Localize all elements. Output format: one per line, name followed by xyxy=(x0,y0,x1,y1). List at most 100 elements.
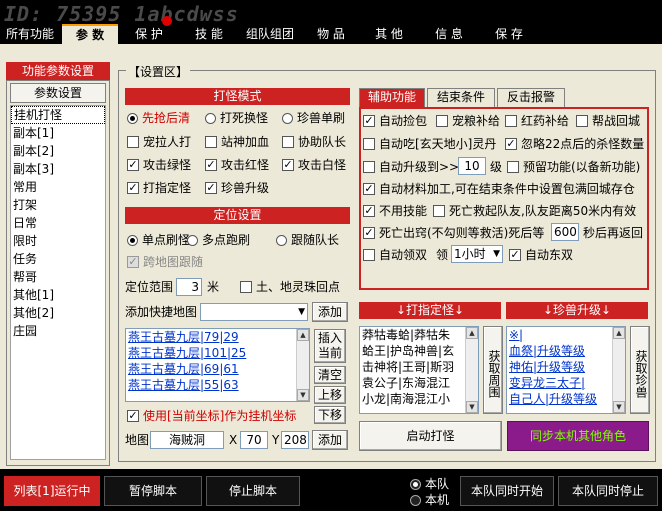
death-wait-input[interactable]: 600 xyxy=(551,223,579,241)
check-target-monster[interactable]: 打指定怪 xyxy=(127,180,191,196)
scroll-up-icon[interactable]: ▲ xyxy=(613,327,625,339)
list-item[interactable]: 蛤王|护岛神兽|玄 xyxy=(360,343,478,359)
clear-button[interactable]: 清空 xyxy=(314,366,346,384)
check-earth-spirit[interactable]: 土、地灵珠回点 xyxy=(240,279,340,295)
fetch-nearby-button[interactable]: 获取周围 xyxy=(483,326,503,414)
scrollbar[interactable]: ▲ ▼ xyxy=(612,327,625,413)
radio-kill-switch[interactable]: 打死换怪 xyxy=(205,110,268,126)
list-item[interactable]: 变异龙三太子| xyxy=(507,375,625,391)
scroll-down-icon[interactable]: ▼ xyxy=(466,401,478,413)
list-item[interactable]: 燕王古墓九层|79|29 xyxy=(126,329,309,345)
check-auto-double[interactable]: 自动领双 xyxy=(363,247,427,263)
map-input[interactable]: 海贼洞 xyxy=(150,431,224,449)
check-attack-white[interactable]: 攻击白怪 xyxy=(282,157,346,173)
radio-single-point[interactable]: 单点刷怪 xyxy=(127,232,190,248)
check-pet-pull[interactable]: 宠拉人打 xyxy=(127,134,191,150)
check-auto-pickup[interactable]: 自动捡包 xyxy=(363,113,427,129)
move-up-button[interactable]: 上移 xyxy=(314,386,346,404)
check-assist-leader[interactable]: 协助队长 xyxy=(282,134,346,150)
list-item[interactable]: 燕王古墓九层|55|63 xyxy=(126,377,309,393)
category-item[interactable]: 副本[3] xyxy=(11,160,105,178)
category-item[interactable]: 任务 xyxy=(11,250,105,268)
levelup-input[interactable]: 10 xyxy=(458,157,486,175)
pet-level-list[interactable]: ※| 血祭|升级等级 神佑|升级等级 变异龙三太子| 自己人|升级等级 ▲ ▼ xyxy=(506,326,626,414)
check-use-current-coord[interactable]: 使用[当前坐标]作为挂机坐标 xyxy=(127,408,296,424)
list-item[interactable]: 自己人|升级等级 xyxy=(507,391,625,407)
check-pet-food[interactable]: 宠粮补给 xyxy=(436,113,500,129)
stop-script-button[interactable]: 停止脚本 xyxy=(206,476,300,506)
check-material-craft[interactable]: 自动材料加工,可在结束条件中设置包满回城存仓 xyxy=(363,181,635,197)
list-item[interactable]: 小龙|南海混江小 xyxy=(360,391,478,407)
check-auto-levelup[interactable]: 自动升级到>> xyxy=(363,159,459,175)
check-ignore-22[interactable]: 忽略22点后的杀怪数量 xyxy=(505,136,644,152)
radio-grab-first[interactable]: 先抢后清 xyxy=(127,110,190,126)
radio-local[interactable]: 本机 xyxy=(410,493,449,507)
check-pet-level[interactable]: 珍兽升级 xyxy=(205,180,269,196)
category-item[interactable]: 副本[2] xyxy=(11,142,105,160)
tab-end-conditions[interactable]: 结束条件 xyxy=(427,88,495,107)
check-guild-war-return[interactable]: 帮战回城 xyxy=(576,113,640,129)
check-cross-map[interactable]: 跨地图跟随 xyxy=(127,254,203,270)
scroll-up-icon[interactable]: ▲ xyxy=(466,327,478,339)
menu-save[interactable]: 保 存 xyxy=(484,24,534,44)
list-item[interactable]: 燕王古墓九层|69|61 xyxy=(126,361,309,377)
check-no-skill[interactable]: 不用技能 xyxy=(363,203,427,219)
menu-info[interactable]: 信 息 xyxy=(424,24,474,44)
coord-list[interactable]: 燕王古墓九层|79|29 燕王古墓九层|101|25 燕王古墓九层|69|61 … xyxy=(125,328,310,402)
menu-skills[interactable]: 技 能 xyxy=(184,24,234,44)
quick-map-select[interactable]: ▼ xyxy=(200,303,308,321)
y-input[interactable]: 208 xyxy=(281,431,309,449)
team-start-button[interactable]: 本队同时开始 xyxy=(460,476,554,506)
sync-local-roles-button[interactable]: 同步本机其他角色 xyxy=(507,421,649,451)
check-attack-red[interactable]: 攻击红怪 xyxy=(205,157,269,173)
scrollbar[interactable]: ▲ ▼ xyxy=(465,327,478,413)
menu-team[interactable]: 组队组团 xyxy=(240,24,300,44)
menu-all-functions[interactable]: 所有功能 xyxy=(2,24,58,44)
menu-protect[interactable]: 保 护 xyxy=(124,24,174,44)
check-red-potion[interactable]: 红药补给 xyxy=(505,113,569,129)
category-item[interactable]: 其他[2] xyxy=(11,304,105,322)
start-fight-button[interactable]: 启动打怪 xyxy=(359,421,502,451)
check-reserved[interactable]: 预留功能(以备新功能) xyxy=(507,159,640,175)
list-item[interactable]: 神佑|升级等级 xyxy=(507,359,625,375)
fetch-pet-button[interactable]: 获取珍兽 xyxy=(630,326,650,414)
param-settings-button[interactable]: 参数设置 xyxy=(10,83,106,103)
list-item[interactable]: 莽牯毒蛤|莽牯朱 xyxy=(360,327,478,343)
list-item[interactable]: 血祭|升级等级 xyxy=(507,343,625,359)
check-revive-teammate[interactable]: 死亡救起队友,队友距离50米内有效 xyxy=(433,203,636,219)
add-map-button[interactable]: 添加 xyxy=(312,302,348,322)
tab-aux[interactable]: 辅助功能 xyxy=(359,88,425,107)
category-item[interactable]: 庄园 xyxy=(11,322,105,340)
scroll-down-icon[interactable]: ▼ xyxy=(297,389,309,401)
category-item[interactable]: 日常 xyxy=(11,214,105,232)
menu-items[interactable]: 物 品 xyxy=(306,24,356,44)
add-coord-button[interactable]: 添加 xyxy=(312,430,348,450)
menu-other[interactable]: 其 他 xyxy=(364,24,414,44)
scroll-up-icon[interactable]: ▲ xyxy=(297,329,309,341)
target-monster-list[interactable]: 莽牯毒蛤|莽牯朱 蛤王|护岛神兽|玄 击神将|王哥|斯羽 袁公子|东海混江 小龙… xyxy=(359,326,479,414)
list-item[interactable]: 燕王古墓九层|101|25 xyxy=(126,345,309,361)
radio-team[interactable]: 本队 xyxy=(410,477,449,491)
check-attack-green[interactable]: 攻击绿怪 xyxy=(127,157,191,173)
check-stand-heal[interactable]: 站神加血 xyxy=(205,134,269,150)
insert-current-button[interactable]: 插入当前 xyxy=(314,329,346,363)
category-item[interactable]: 其他[1] xyxy=(11,286,105,304)
category-item[interactable]: 打架 xyxy=(11,196,105,214)
list-item[interactable]: 袁公子|东海混江 xyxy=(360,375,478,391)
list-item[interactable]: 击神将|王哥|斯羽 xyxy=(360,359,478,375)
check-auto-east-double[interactable]: 自动东双 xyxy=(509,247,573,263)
x-input[interactable]: 70 xyxy=(240,431,268,449)
check-auto-pill[interactable]: 自动吃[玄天地小]灵丹 xyxy=(363,136,496,152)
tab-counter-alarm[interactable]: 反击报警 xyxy=(497,88,565,107)
scrollbar[interactable]: ▲ ▼ xyxy=(296,329,309,401)
category-item[interactable]: 限时 xyxy=(11,232,105,250)
double-hours-select[interactable]: 1小时 ▼ xyxy=(451,245,503,263)
category-item[interactable]: 帮哥 xyxy=(11,268,105,286)
radio-pet-solo[interactable]: 珍兽单刷 xyxy=(282,110,345,126)
pause-script-button[interactable]: 暂停脚本 xyxy=(104,476,202,506)
category-item[interactable]: 副本[1] xyxy=(11,124,105,142)
list-running-button[interactable]: 列表[1]运行中 xyxy=(4,476,100,506)
menu-params[interactable]: 参 数 xyxy=(62,24,118,44)
range-input[interactable]: 3 xyxy=(176,278,202,296)
radio-follow-leader[interactable]: 跟随队长 xyxy=(276,232,339,248)
